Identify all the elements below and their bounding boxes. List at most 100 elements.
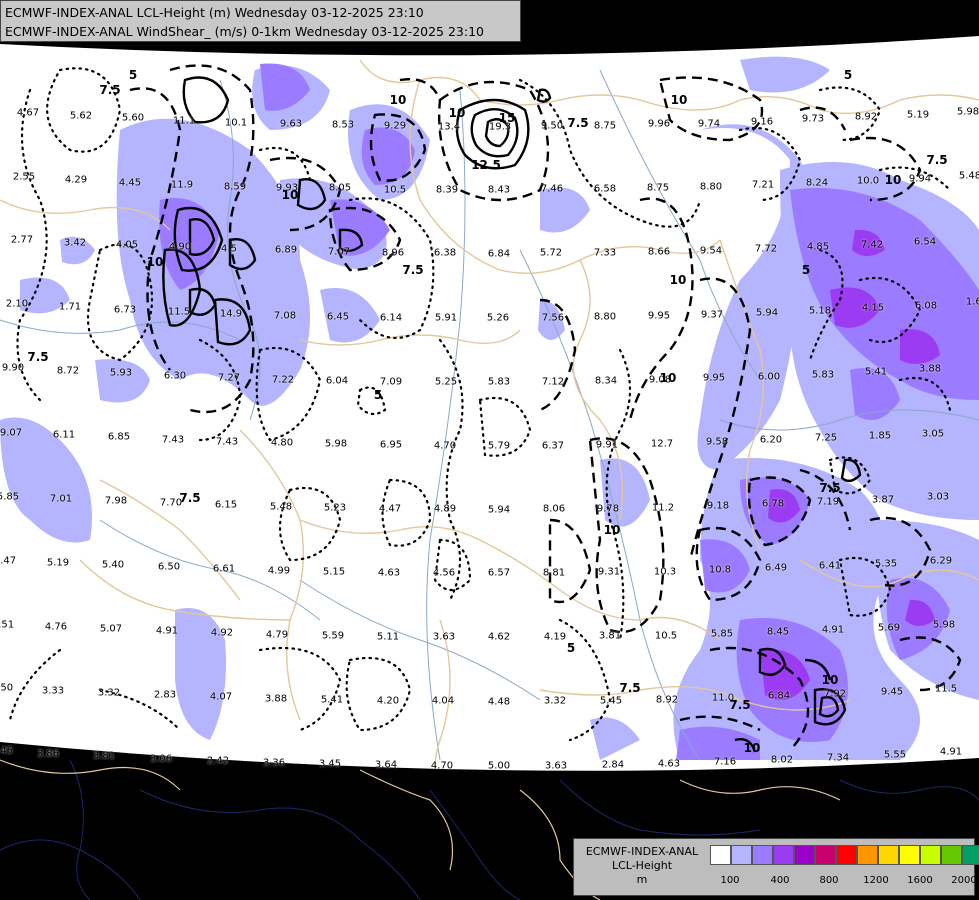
station-value: 5.23 [323, 502, 347, 514]
legend-tick: 400 [770, 875, 790, 886]
station-value: 3.63 [432, 631, 456, 643]
station-value: 7.21 [751, 179, 775, 191]
station-value: 7.98 [104, 495, 128, 507]
contour-label: 5 [843, 68, 853, 82]
station-value: 6.14 [379, 312, 403, 324]
contour-label: 5 [566, 641, 576, 655]
station-value: 4.63 [377, 567, 401, 579]
station-value: 3.81 [598, 630, 622, 642]
station-value: 9.63 [279, 118, 303, 130]
station-value: 8.34 [594, 375, 618, 387]
station-value: 1.71 [58, 301, 82, 313]
station-value: 9.91 [595, 439, 619, 451]
legend-ticks: 100 400 800 1200 1600 2000 [710, 875, 976, 889]
station-value: 3.63 [544, 760, 568, 772]
station-value: 7.43 [215, 436, 239, 448]
station-value: 2.42 [206, 755, 230, 767]
station-value: 4.20 [376, 695, 400, 707]
station-value: 6.50 [157, 561, 181, 573]
station-value: 4.70 [433, 440, 457, 452]
station-value: 5.91 [434, 312, 458, 324]
station-value: 14.9 [219, 308, 243, 320]
station-value: 4.91 [155, 625, 179, 637]
station-value: 9.58 [705, 436, 729, 448]
legend-swatch [836, 845, 857, 865]
station-value: 3.32 [97, 687, 121, 699]
station-value: 5.35 [874, 558, 898, 570]
station-value: 4.92 [210, 627, 234, 639]
station-value: 11.5 [934, 683, 958, 695]
contour-label: 12.5 [471, 158, 501, 172]
station-value: 7.43 [161, 434, 185, 446]
station-value: 8.02 [770, 754, 794, 766]
station-value: 3.86 [36, 748, 60, 760]
legend-swatch [773, 845, 794, 865]
legend-swatch [899, 845, 920, 865]
station-value: 4.79 [265, 629, 289, 641]
station-value: 9.07 [0, 427, 23, 439]
station-value: 5.15 [322, 566, 346, 578]
station-value: 4.99 [267, 565, 291, 577]
station-value: 2.55 [12, 171, 36, 183]
station-value: 3.33 [41, 685, 65, 697]
station-value: 5.55 [883, 749, 907, 761]
station-value: 7.09 [379, 376, 403, 388]
station-value: 4.04 [431, 695, 455, 707]
station-value: 10.0 [856, 175, 880, 187]
station-value: 9.50 [540, 120, 564, 132]
station-value: 4.19 [543, 631, 567, 643]
station-value: 6.29 [929, 555, 953, 567]
station-value: 7.19 [816, 496, 840, 508]
station-value: 6.00 [757, 371, 781, 383]
station-value: 7.08 [273, 310, 297, 322]
station-value: 7.25 [814, 432, 838, 444]
station-value: 7.22 [271, 374, 295, 386]
contour-label: 15 [498, 111, 516, 125]
station-value: 4.91 [939, 746, 963, 758]
contour-label: 7.5 [926, 153, 948, 167]
station-value: 10.8 [708, 564, 732, 576]
contour-label: 7.5 [402, 263, 424, 277]
station-value: 6.95 [379, 439, 403, 451]
station-value: 4.48 [487, 696, 511, 708]
station-value: 4.45 [118, 177, 142, 189]
legend-title-field: LCL-Height [611, 859, 673, 872]
contour-label: 10 [603, 523, 621, 537]
station-value: 4.50 [0, 682, 14, 694]
contour-label: 7.5 [729, 698, 751, 712]
station-value: 3.81 [92, 750, 116, 762]
station-value: 6.45 [326, 311, 350, 323]
station-value: 9.54 [699, 245, 723, 257]
contour-label: 10 [659, 371, 677, 385]
station-value: 5.98 [956, 106, 979, 118]
station-value: 11.2 [651, 502, 675, 514]
color-legend: ECMWF-INDEX-ANAL LCL-Height m 100 400 80… [573, 838, 979, 896]
station-value: 6.20 [759, 434, 783, 446]
station-value: 8.05 [328, 182, 352, 194]
station-value: 7.34 [826, 752, 850, 764]
legend-swatch [878, 845, 899, 865]
station-value: 8.53 [331, 119, 355, 131]
station-value: 1.85 [868, 430, 892, 442]
station-value: 10.5 [654, 630, 678, 642]
station-value: 7.92 [823, 688, 847, 700]
station-value: 4.67 [16, 107, 40, 119]
station-value: 2.77 [10, 234, 34, 246]
station-value: 8.96 [381, 247, 405, 259]
station-value: 5.00 [487, 760, 511, 772]
station-value: 5.40 [101, 559, 125, 571]
station-value: 4.63 [657, 758, 681, 770]
station-value: 5.11 [376, 631, 400, 643]
legend-swatch [731, 845, 752, 865]
station-value: 5.72 [539, 247, 563, 259]
station-value: 8.72 [56, 365, 80, 377]
station-value: 5.83 [487, 376, 511, 388]
station-value: 10.5 [383, 184, 407, 196]
station-value: 7.01 [49, 493, 73, 505]
station-value: 8.80 [699, 181, 723, 193]
contour-label: 10 [389, 93, 407, 107]
station-value: 5.98 [324, 438, 348, 450]
station-value: 2.83 [153, 689, 177, 701]
station-value: 12.7 [650, 438, 674, 450]
station-value: 5.62 [69, 110, 93, 122]
